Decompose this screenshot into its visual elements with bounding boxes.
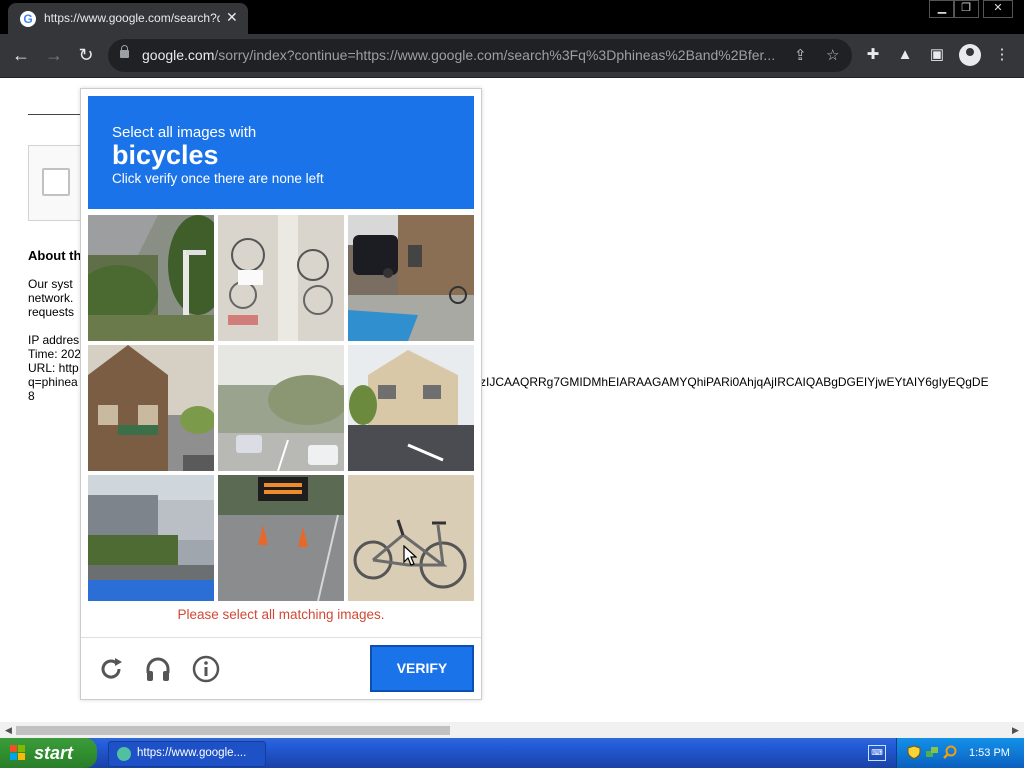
- captcha-tile-2[interactable]: [218, 215, 344, 341]
- captcha-tile-5[interactable]: [218, 345, 344, 471]
- captcha-tile-7[interactable]: [88, 475, 214, 601]
- start-label: start: [34, 743, 74, 763]
- lock-icon: [120, 45, 129, 58]
- captcha-tile-1[interactable]: [88, 215, 214, 341]
- captcha-divider: [81, 637, 481, 638]
- taskbar: start https://www.google.... ⌨ 1:53 PM: [0, 738, 1024, 768]
- page-url-tail: zIJCAAQRRg7GMIDMhEIARAAGAMYQhiPARi0AhjqA…: [480, 375, 989, 389]
- url-host: google.com: [142, 47, 215, 63]
- search-magnifier-icon[interactable]: [943, 745, 957, 759]
- tab-title: https://www.google.com/search?q=: [44, 11, 220, 25]
- tab-strip: G https://www.google.com/search?q= ✕ ▁ ❐…: [0, 0, 1024, 34]
- captcha-instruction: Select all images with: [112, 124, 257, 141]
- captcha-dialog: Select all images with bicycles Click ve…: [80, 88, 482, 700]
- captcha-tile-6[interactable]: [348, 345, 474, 471]
- tile-9-image: [348, 475, 474, 601]
- close-window-button[interactable]: ✕: [983, 0, 1013, 18]
- address-bar[interactable]: google.com/sorry/index?continue=https://…: [108, 39, 852, 72]
- info-icon[interactable]: [192, 655, 220, 683]
- minimize-button[interactable]: ▁: [929, 0, 955, 18]
- tab-close-icon[interactable]: ✕: [226, 9, 238, 26]
- side-panel-icon[interactable]: ▣: [927, 45, 947, 65]
- about-heading: About th: [28, 248, 82, 263]
- captcha-tile-8[interactable]: [218, 475, 344, 601]
- taskbar-item-label: https://www.google....: [137, 747, 247, 759]
- page-paragraph-line: Our syst: [28, 277, 73, 291]
- audio-challenge-icon[interactable]: [144, 655, 172, 683]
- browser-app-icon: [117, 747, 131, 761]
- url-path: /sorry/index?continue=https://www.google…: [214, 47, 776, 63]
- tile-8-image: [218, 475, 344, 601]
- bookmark-star-icon[interactable]: ☆: [826, 46, 839, 64]
- google-favicon-icon: G: [20, 11, 36, 27]
- captcha-image-grid: [88, 215, 474, 601]
- tile-3-image: [348, 215, 474, 341]
- captcha-error-message: Please select all matching images.: [177, 607, 385, 622]
- scroll-right-arrow-icon[interactable]: ▶: [1012, 725, 1019, 736]
- captcha-hint: Click verify once there are none left: [112, 171, 324, 186]
- reload-icon[interactable]: ↻: [75, 44, 97, 66]
- network-icon[interactable]: [925, 745, 939, 759]
- page-paragraph-line: requests: [28, 305, 75, 319]
- labs-flask-icon[interactable]: ▲: [895, 45, 915, 65]
- captcha-tile-4[interactable]: [88, 345, 214, 471]
- horizontal-scrollbar[interactable]: ◀ ▶: [0, 722, 1024, 738]
- share-icon[interactable]: ⇪: [794, 46, 807, 64]
- browser-tab[interactable]: G https://www.google.com/search?q= ✕: [8, 3, 248, 34]
- extensions-icon[interactable]: ✚: [863, 45, 883, 65]
- forward-arrow-icon[interactable]: →: [43, 44, 65, 66]
- verify-button[interactable]: VERIFY: [370, 645, 474, 692]
- reload-challenge-icon[interactable]: [97, 655, 125, 683]
- url-text[interactable]: google.com/sorry/index?continue=https://…: [142, 47, 782, 63]
- tile-2-image: [218, 215, 344, 341]
- scroll-left-arrow-icon[interactable]: ◀: [5, 725, 12, 736]
- profile-avatar-icon[interactable]: [959, 44, 981, 66]
- system-tray: 1:53 PM: [896, 738, 1024, 768]
- restore-button[interactable]: ❐: [953, 0, 979, 18]
- tile-5-image: [218, 345, 344, 471]
- tile-4-image: [88, 345, 214, 471]
- page-info-line: IP addres: [28, 333, 80, 347]
- tile-7-image: [88, 475, 214, 601]
- mouse-cursor-icon: [403, 544, 418, 572]
- tile-6-image: [348, 345, 474, 471]
- taskbar-clock: 1:53 PM: [969, 747, 1010, 759]
- start-button[interactable]: start: [0, 738, 97, 768]
- page-info-line: URL: http: [28, 361, 79, 375]
- page-paragraph-line: network.: [28, 291, 74, 305]
- recaptcha-checkbox[interactable]: [42, 168, 70, 196]
- back-arrow-icon[interactable]: ←: [10, 44, 32, 66]
- captcha-tile-9[interactable]: [348, 475, 474, 601]
- shield-icon[interactable]: [907, 745, 921, 760]
- windows-flag-icon: [10, 745, 25, 760]
- page-info-line: q=phinea: [28, 375, 78, 389]
- captcha-header: Select all images with bicycles Click ve…: [88, 96, 474, 209]
- captcha-target: bicycles: [112, 140, 219, 170]
- page-divider: [28, 114, 88, 115]
- browser-toolbar: ← → ↻ google.com/sorry/index?continue=ht…: [0, 34, 1024, 78]
- captcha-tile-3[interactable]: [348, 215, 474, 341]
- page-info-line: Time: 202: [28, 347, 81, 361]
- keyboard-icon[interactable]: ⌨: [868, 745, 886, 761]
- tile-1-image: [88, 215, 214, 341]
- scrollbar-thumb[interactable]: [16, 726, 450, 735]
- page-info-line: 8: [28, 389, 35, 403]
- menu-dots-icon[interactable]: ⋮: [992, 45, 1012, 65]
- taskbar-item-browser[interactable]: https://www.google....: [108, 741, 266, 767]
